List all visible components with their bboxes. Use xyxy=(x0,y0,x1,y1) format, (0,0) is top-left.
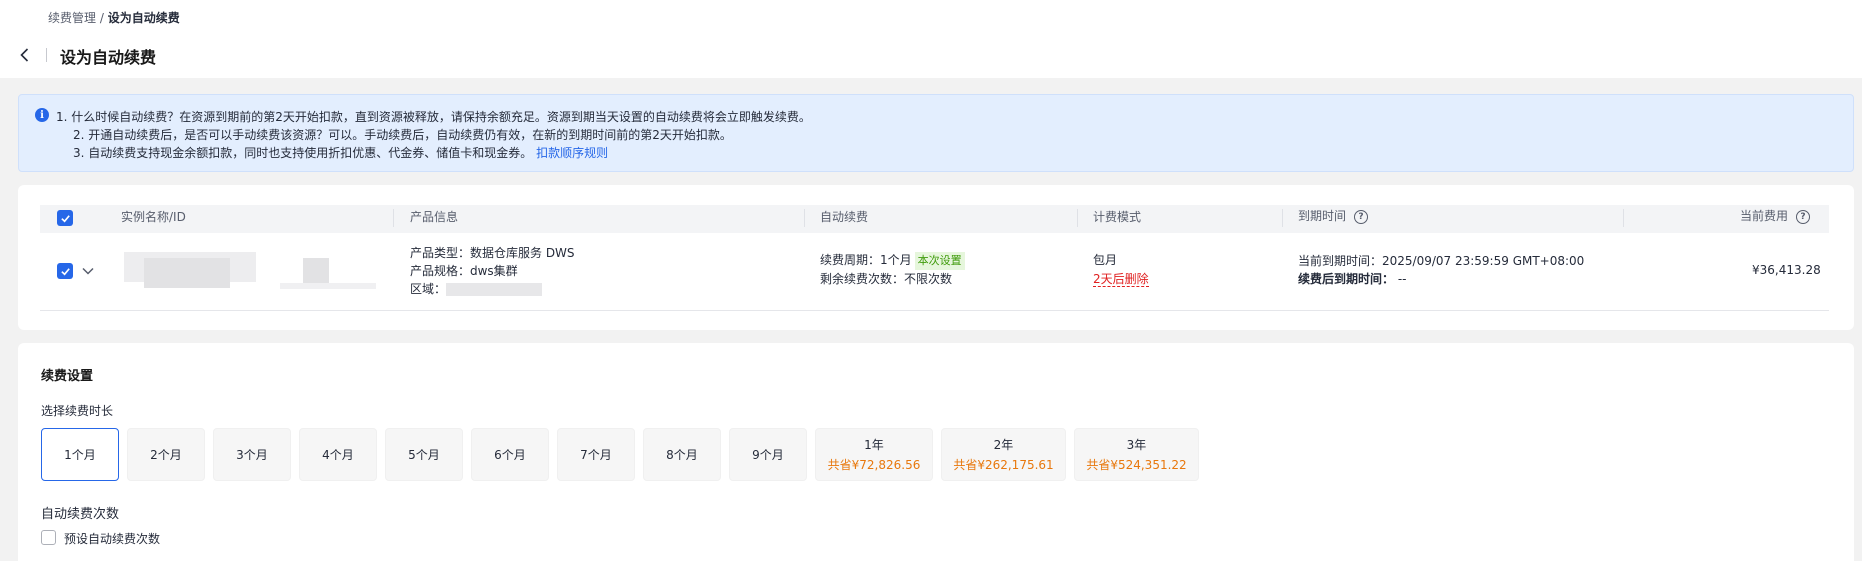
breadcrumb-current: 设为自动续费 xyxy=(107,11,180,25)
redacted-region xyxy=(446,283,543,296)
duration-option-label: 2个月 xyxy=(150,448,182,462)
info-notice: i 1. 什么时候自动续费？在资源到期前的第2天开始扣款，直到资源被释放，请保持… xyxy=(18,94,1854,172)
info-line-1: 1. 什么时候自动续费？在资源到期前的第2天开始扣款，直到资源被释放，请保持余额… xyxy=(56,110,811,124)
duration-option[interactable]: 5个月 xyxy=(385,428,463,481)
header-product: 产品信息 xyxy=(410,210,459,224)
header-fee: 当前费用? xyxy=(1740,207,1811,224)
deletion-notice[interactable]: 2天后删除 xyxy=(1093,270,1149,288)
header-auto-renew: 自动续费 xyxy=(820,210,869,224)
duration-option[interactable]: 2个月 xyxy=(127,428,205,481)
deletion-notice-text: 2天后删除 xyxy=(1093,272,1149,287)
breadcrumb-parent-link[interactable]: 续费管理 xyxy=(48,11,96,25)
header-expire-label: 到期时间 xyxy=(1298,209,1347,223)
chevron-down-icon xyxy=(82,267,94,275)
duration-option-label: 3年 xyxy=(1126,438,1147,452)
check-icon xyxy=(60,214,70,222)
page-title: 设为自动续费 xyxy=(60,48,157,67)
renew-period-text: 续费周期：1个月 xyxy=(820,253,912,267)
duration-option[interactable]: 6个月 xyxy=(471,428,549,481)
column-divider xyxy=(393,209,394,227)
duration-option[interactable]: 1年共省¥72,826.56 xyxy=(815,428,933,481)
header-fee-label: 当前费用 xyxy=(1740,209,1789,223)
top-bar xyxy=(0,0,1862,78)
duration-option-savings: 共省¥524,351.22 xyxy=(1086,458,1187,472)
info-icon: i xyxy=(35,108,49,122)
duration-option-label: 1个月 xyxy=(64,448,96,462)
duration-option[interactable]: 4个月 xyxy=(299,428,377,481)
row-checkbox[interactable] xyxy=(57,263,73,279)
column-divider xyxy=(1077,209,1078,227)
duration-option-savings: 共省¥72,826.56 xyxy=(827,458,921,472)
current-setting-badge: 本次设置 xyxy=(914,252,965,270)
current-expire-time: 当前到期时间：2025/09/07 23:59:59 GMT+08:00 xyxy=(1298,254,1585,268)
renewed-expire-value: -- xyxy=(1397,272,1407,286)
select-all-checkbox[interactable] xyxy=(57,210,73,226)
product-spec: 产品规格：dws集群 xyxy=(410,264,518,278)
column-divider xyxy=(1282,209,1283,227)
duration-option-label: 3个月 xyxy=(236,448,268,462)
duration-option[interactable]: 9个月 xyxy=(729,428,807,481)
renewed-expire-time: 续费后到期时间： -- xyxy=(1298,270,1407,288)
column-divider xyxy=(804,209,805,227)
duration-option-label: 6个月 xyxy=(494,448,526,462)
help-icon[interactable]: ? xyxy=(1796,209,1811,224)
duration-option[interactable]: 8个月 xyxy=(643,428,721,481)
product-region: 区域： xyxy=(410,280,543,298)
duration-option[interactable]: 3年共省¥524,351.22 xyxy=(1074,428,1199,481)
back-button[interactable] xyxy=(16,44,32,66)
header-instance: 实例名称/ID xyxy=(121,210,186,224)
duration-option-label: 1年 xyxy=(864,438,884,452)
region-label: 区域： xyxy=(410,282,447,296)
check-icon xyxy=(60,267,70,275)
help-icon[interactable]: ? xyxy=(1354,209,1369,224)
header-billing: 计费模式 xyxy=(1093,210,1142,224)
duration-option-label: 7个月 xyxy=(580,448,612,462)
breadcrumb-separator: / xyxy=(99,11,104,25)
table-header xyxy=(40,205,1829,233)
section-title: 续费设置 xyxy=(41,369,94,384)
renewed-expire-label: 续费后到期时间： xyxy=(1298,272,1395,286)
renew-times-label: 自动续费次数 xyxy=(41,507,120,522)
redacted-instance-name xyxy=(144,258,230,288)
duration-label: 选择续费时长 xyxy=(41,404,114,418)
redacted-instance-id xyxy=(280,283,376,289)
renewal-settings-card xyxy=(18,343,1854,561)
duration-option[interactable]: 2年共省¥262,175.61 xyxy=(941,428,1066,481)
duration-option-label: 9个月 xyxy=(752,448,784,462)
redacted-instance-id xyxy=(303,258,329,283)
preset-times-label[interactable]: 预设自动续费次数 xyxy=(64,530,160,547)
info-line-3: 3. 自动续费支持现金余额扣款，同时也支持使用折扣优惠、代金券、储值卡和现金券。… xyxy=(73,144,608,161)
duration-option[interactable]: 7个月 xyxy=(557,428,635,481)
row-divider xyxy=(40,310,1829,311)
info-line-2: 2. 开通自动续费后，是否可以手动续费该资源？可以。手动续费后，自动续费仍有效，… xyxy=(73,128,732,142)
expand-row-button[interactable] xyxy=(81,264,95,278)
title-divider xyxy=(46,48,47,62)
breadcrumb: 续费管理 / 设为自动续费 xyxy=(48,9,180,26)
info-line-3-text: 3. 自动续费支持现金余额扣款，同时也支持使用折扣优惠、代金券、储值卡和现金券。 xyxy=(73,146,533,160)
renew-period: 续费周期：1个月 本次设置 xyxy=(820,251,965,270)
header-expire: 到期时间? xyxy=(1298,207,1369,224)
renew-times: 剩余续费次数：不限次数 xyxy=(820,272,953,286)
product-type: 产品类型：数据仓库服务 DWS xyxy=(410,246,575,260)
duration-option-label: 4个月 xyxy=(322,448,354,462)
duration-option-label: 2年 xyxy=(993,438,1014,452)
column-divider xyxy=(1623,209,1624,227)
current-fee: ¥36,413.28 xyxy=(1752,263,1821,277)
chevron-left-icon xyxy=(19,48,28,62)
billing-mode: 包月 xyxy=(1093,253,1118,267)
duration-option-label: 5个月 xyxy=(408,448,440,462)
deduction-order-rules-link[interactable]: 扣款顺序规则 xyxy=(536,146,608,160)
duration-option-label: 8个月 xyxy=(666,448,698,462)
duration-option-savings: 共省¥262,175.61 xyxy=(953,458,1054,472)
duration-option[interactable]: 1个月 xyxy=(41,428,119,481)
preset-times-checkbox[interactable] xyxy=(41,530,56,545)
duration-option[interactable]: 3个月 xyxy=(213,428,291,481)
